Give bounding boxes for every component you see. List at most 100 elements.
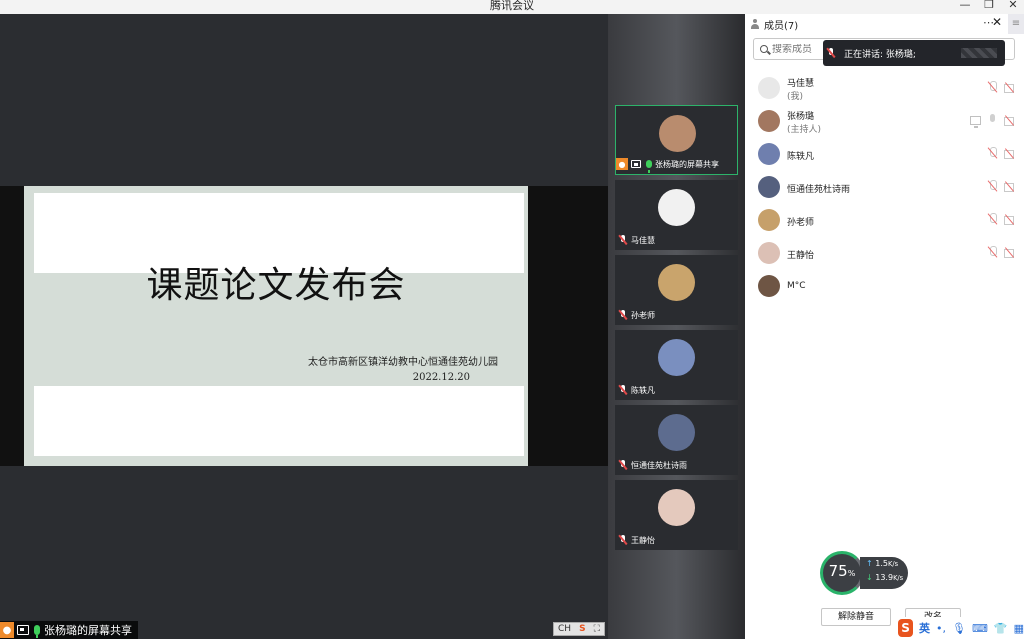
avatar bbox=[658, 189, 695, 226]
mic-muted-icon bbox=[618, 310, 628, 320]
download-value: 13.9 bbox=[875, 573, 894, 582]
camera-off-icon[interactable] bbox=[1004, 149, 1016, 159]
toolbox-icon[interactable]: ▦ bbox=[1014, 622, 1024, 635]
person-icon bbox=[750, 19, 760, 29]
speaking-toast: 正在讲话: 张杨璐; bbox=[823, 40, 1005, 66]
avatar bbox=[658, 264, 695, 301]
tile-name-bar: 陈轶凡 bbox=[615, 384, 655, 396]
upload-value: 1.5 bbox=[875, 559, 888, 568]
video-tile[interactable]: 王静怡 bbox=[615, 480, 738, 550]
tile-name: 孙老师 bbox=[631, 310, 655, 320]
mic-off-icon[interactable] bbox=[987, 81, 998, 93]
camera-off-icon[interactable] bbox=[1004, 83, 1016, 93]
avatar bbox=[758, 209, 780, 231]
member-name: 王静怡 bbox=[787, 251, 815, 261]
mic-muted-icon bbox=[618, 385, 628, 395]
network-speed-widget[interactable]: 75% ↑ 1.5K/s ↓ 13.9K/s bbox=[820, 551, 910, 595]
skin-icon[interactable]: 👕 bbox=[994, 622, 1008, 635]
avatar bbox=[658, 339, 695, 376]
mic-off-icon[interactable] bbox=[987, 147, 998, 159]
mic-muted-icon bbox=[618, 235, 628, 245]
mic-off-icon[interactable] bbox=[987, 180, 998, 192]
window-title: 腾讯会议 bbox=[490, 0, 534, 12]
expand-icon[interactable]: ⛶ bbox=[594, 624, 600, 634]
panel-title: 成员(7) bbox=[764, 20, 799, 32]
tile-name-bar: ● 张杨璐的屏幕共享 bbox=[616, 158, 719, 173]
avatar bbox=[758, 77, 780, 99]
sogou-icon[interactable]: S bbox=[579, 624, 585, 634]
mic-icon[interactable] bbox=[987, 114, 998, 126]
slide-organization: 太仓市高新区镇洋幼教中心恒通佳苑幼儿园 bbox=[308, 357, 498, 368]
avatar bbox=[758, 242, 780, 264]
tile-name: 马佳慧 bbox=[631, 235, 655, 245]
mic-off-icon[interactable] bbox=[987, 213, 998, 225]
mic-muted-icon bbox=[618, 460, 628, 470]
screen-share-icon bbox=[17, 625, 29, 635]
keyboard-icon[interactable]: ⌨ bbox=[972, 622, 988, 635]
screen-share-icon bbox=[970, 115, 981, 128]
menu-icon[interactable]: ≡ bbox=[1008, 14, 1024, 34]
avatar bbox=[758, 143, 780, 165]
tile-name-bar: 孙老师 bbox=[615, 309, 655, 321]
camera-off-icon[interactable] bbox=[1004, 182, 1016, 192]
camera-off-icon[interactable] bbox=[1004, 248, 1016, 258]
user-icon: ● bbox=[0, 622, 14, 638]
camera-off-icon[interactable] bbox=[1004, 116, 1016, 126]
mic-off-icon[interactable] bbox=[987, 246, 998, 258]
user-icon: ● bbox=[616, 158, 628, 170]
member-row[interactable]: M°C bbox=[745, 272, 1024, 302]
ime-lang[interactable]: CH bbox=[558, 624, 571, 634]
avatar bbox=[758, 110, 780, 132]
video-tile[interactable]: 恒通佳苑杜诗雨 bbox=[615, 405, 738, 475]
member-row[interactable]: 陈轶凡 bbox=[745, 140, 1024, 170]
ime-mini-toolbar[interactable]: CH S ⛶ bbox=[553, 622, 605, 636]
punctuation-icon[interactable]: •, bbox=[936, 622, 946, 635]
member-status-icons bbox=[987, 213, 1016, 225]
panel-header: 成员(7) ⋯ ✕ ≡ bbox=[745, 14, 1024, 34]
network-rates: ↑ 1.5K/s ↓ 13.9K/s bbox=[860, 557, 908, 589]
member-row[interactable]: 王静怡 bbox=[745, 239, 1024, 269]
video-strip: ● 张杨璐的屏幕共享马佳慧孙老师陈轶凡恒通佳苑杜诗雨王静怡 bbox=[608, 14, 745, 639]
share-label: 张杨璐的屏幕共享 bbox=[44, 624, 132, 637]
ime-toolbar: S 英 •, 🎙 ⌨ 👕 ▦ bbox=[894, 617, 1024, 639]
video-tile[interactable]: 陈轶凡 bbox=[615, 330, 738, 400]
member-row[interactable]: 恒通佳苑杜诗雨 bbox=[745, 173, 1024, 203]
ime-lang-toggle[interactable]: 英 bbox=[919, 620, 930, 636]
members-panel: 成员(7) ⋯ ✕ ≡ 正在讲话: 张杨璐; 马佳慧 (我) 张杨璐 (主持人) 陈轶凡… bbox=[745, 14, 1024, 639]
member-row[interactable]: 孙老师 bbox=[745, 206, 1024, 236]
video-tile[interactable]: ● 张杨璐的屏幕共享 bbox=[615, 105, 738, 175]
sogou-logo-icon[interactable]: S bbox=[898, 619, 914, 637]
avatar bbox=[658, 414, 695, 451]
member-status-icons bbox=[970, 114, 1016, 128]
video-tile[interactable]: 孙老师 bbox=[615, 255, 738, 325]
video-tile[interactable]: 马佳慧 bbox=[615, 180, 738, 250]
slide-title: 课题论文发布会 bbox=[146, 265, 406, 306]
mic-muted-icon bbox=[618, 535, 628, 545]
slide-band-bottom bbox=[34, 386, 524, 456]
upload-arrow-icon: ↑ bbox=[866, 559, 873, 568]
window-controls: — ❐ ✕ bbox=[958, 0, 1020, 12]
unmute-button[interactable]: 解除静音 bbox=[821, 608, 891, 626]
minimize-icon[interactable]: — bbox=[958, 0, 972, 12]
tile-name: 恒通佳苑杜诗雨 bbox=[631, 460, 687, 470]
member-name: 张杨璐 bbox=[787, 112, 815, 122]
mic-active-icon bbox=[646, 160, 652, 173]
restore-icon[interactable]: ❐ bbox=[982, 0, 996, 12]
network-percent-value: 75 bbox=[828, 562, 848, 580]
member-status-icons bbox=[987, 81, 1016, 93]
close-icon[interactable]: ✕ bbox=[1006, 0, 1020, 12]
upload-unit: K/s bbox=[887, 560, 899, 568]
mic-muted-icon bbox=[826, 48, 836, 58]
voice-input-icon[interactable]: 🎙 bbox=[952, 622, 966, 635]
close-panel-icon[interactable]: ✕ bbox=[992, 15, 1002, 29]
camera-off-icon[interactable] bbox=[1004, 215, 1016, 225]
member-row[interactable]: 张杨璐 (主持人) bbox=[745, 107, 1024, 137]
main-stage: 课题论文发布会 太仓市高新区镇洋幼教中心恒通佳苑幼儿园 2022.12.20 ●… bbox=[0, 14, 608, 639]
tile-name: 张杨璐的屏幕共享 bbox=[655, 159, 719, 169]
download-unit: K/s bbox=[893, 574, 904, 582]
share-label-bar: ● 张杨璐的屏幕共享 bbox=[0, 621, 138, 639]
screen-share-icon bbox=[631, 160, 641, 168]
member-row[interactable]: 马佳慧 (我) bbox=[745, 74, 1024, 104]
download-arrow-icon: ↓ bbox=[866, 573, 873, 582]
member-role: (主持人) bbox=[787, 125, 822, 135]
